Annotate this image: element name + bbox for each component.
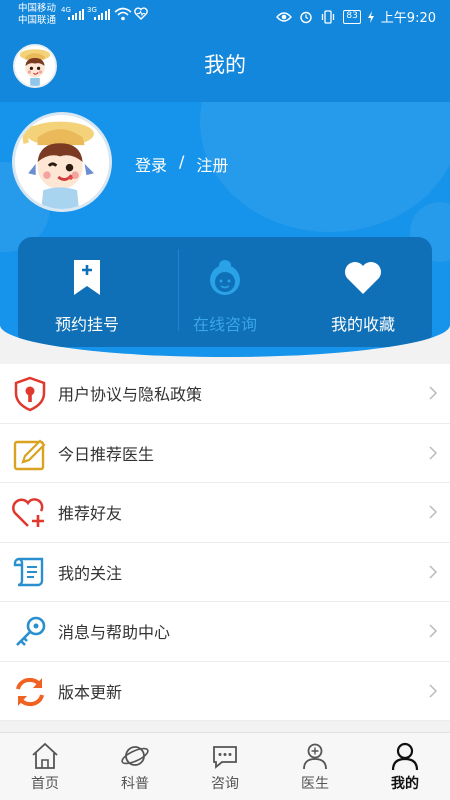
online-consult-label: 在线咨询 <box>192 315 257 334</box>
tab-label: 首页 <box>31 776 59 792</box>
favorites-label: 我的收藏 <box>330 315 395 334</box>
eye-icon <box>276 11 293 22</box>
bottom-tab-bar: 首页 科普 咨询 医生 我的 <box>0 732 450 800</box>
tab-home[interactable]: 首页 <box>0 733 90 800</box>
tab-label: 我的 <box>391 776 419 792</box>
quick-actions-panel: 预约挂号 在线咨询 我的收藏 <box>18 237 432 347</box>
chevron-right-icon <box>429 564 438 579</box>
header: 我的 <box>0 30 450 102</box>
menu-item-label: 用户协议与隐私政策 <box>58 385 203 405</box>
key-icon <box>16 616 46 646</box>
menu-item-privacy[interactable]: 用户协议与隐私政策 <box>0 364 450 424</box>
appointment-label: 预约挂号 <box>54 315 119 334</box>
doctor-icon <box>303 743 327 770</box>
menu-item-label: 我的关注 <box>58 563 123 583</box>
chevron-right-icon <box>429 386 438 400</box>
status-right: 83 上午9:20 <box>276 7 436 26</box>
clock: 上午9:20 <box>380 11 436 26</box>
status-bar: 中国移动 中国联通 4G 3G 83 上午9:20 <box>0 0 450 30</box>
signal-icon <box>68 9 84 20</box>
carrier-1: 中国移动 <box>18 3 57 14</box>
menu-item-label: 今日推荐医生 <box>58 444 155 464</box>
settings-menu: 用户协议与隐私政策 今日推荐医生 推荐好友 我的关注 消息与帮助中心 版本更新 <box>0 364 450 721</box>
battery-indicator: 83 <box>343 9 361 24</box>
login-link[interactable]: 登录 <box>135 152 167 176</box>
menu-item-version-update[interactable]: 版本更新 <box>0 662 450 721</box>
menu-item-help-center[interactable]: 消息与帮助中心 <box>0 602 450 662</box>
chevron-right-icon <box>429 505 438 519</box>
online-consult-button[interactable]: 在线咨询 <box>156 237 294 347</box>
vibrate-icon <box>322 9 335 24</box>
carrier-2: 中国联通 <box>18 15 57 26</box>
favorites-button[interactable]: 我的收藏 <box>294 237 432 347</box>
menu-item-recommended-doctors[interactable]: 今日推荐医生 <box>0 424 450 483</box>
menu-item-following[interactable]: 我的关注 <box>0 543 450 602</box>
chat-icon <box>213 746 237 769</box>
menu-item-recommend-friends[interactable]: 推荐好友 <box>0 483 450 543</box>
alarm-icon <box>300 11 313 23</box>
tab-doctors[interactable]: 医生 <box>270 733 360 800</box>
agent-avatar-icon <box>210 260 240 295</box>
tab-mine[interactable]: 我的 <box>360 733 450 800</box>
tab-label: 咨询 <box>211 776 239 792</box>
menu-item-label: 推荐好友 <box>58 504 123 524</box>
menu-item-label: 消息与帮助中心 <box>58 623 171 643</box>
bookmark-plus-icon <box>74 260 100 295</box>
profile-hero: 登录 / 注册 预约挂号 在线咨询 我的收藏 <box>0 102 450 357</box>
carrier-info: 中国移动 中国联通 <box>18 3 56 27</box>
user-icon <box>391 742 419 771</box>
pencil-icon <box>13 438 46 470</box>
user-avatar[interactable] <box>12 112 112 212</box>
heart-plus-icon <box>12 498 44 527</box>
shield-lock-icon <box>14 376 46 412</box>
tab-label: 科普 <box>121 776 149 792</box>
signal-icon <box>94 9 110 20</box>
tab-consult[interactable]: 咨询 <box>180 733 270 800</box>
chevron-right-icon <box>429 624 438 638</box>
wifi-icon <box>114 7 132 21</box>
home-icon <box>32 742 58 769</box>
appointment-button[interactable]: 预约挂号 <box>18 237 156 347</box>
chevron-right-icon <box>429 683 438 698</box>
menu-item-label: 版本更新 <box>58 682 123 702</box>
page-title: 我的 <box>204 53 246 77</box>
tab-label: 医生 <box>301 776 329 792</box>
heart-icon <box>345 262 381 294</box>
tab-science[interactable]: 科普 <box>90 733 180 800</box>
girl-avatar-icon <box>15 115 109 209</box>
scroll-icon <box>13 557 44 586</box>
planet-icon <box>121 746 149 766</box>
health-heart-icon <box>134 7 148 20</box>
charging-icon <box>367 10 374 23</box>
auth-separator: / <box>179 152 185 171</box>
chevron-right-icon <box>429 445 438 460</box>
auth-links: 登录 / 注册 <box>135 152 228 176</box>
register-link[interactable]: 注册 <box>196 152 228 176</box>
refresh-icon <box>16 677 44 706</box>
decor-bubble <box>200 102 450 232</box>
